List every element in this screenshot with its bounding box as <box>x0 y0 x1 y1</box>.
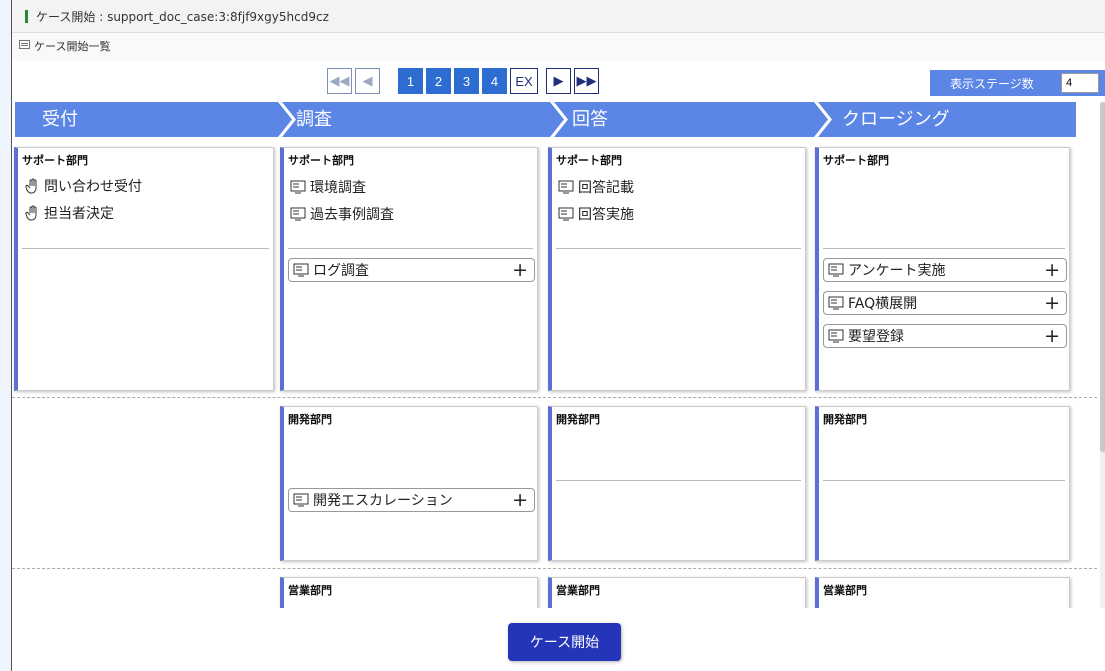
task-label: 回答実施 <box>578 207 634 223</box>
app-window: ケース開始 : support_doc_case:3:8fjf9xgy5hcd9… <box>11 0 1105 671</box>
card-divider <box>22 248 269 249</box>
task-item[interactable]: 過去事例調査 <box>290 204 394 224</box>
page-2-button[interactable]: 2 <box>426 68 451 94</box>
stage-headers: 受付 調査 回答 クロージング <box>15 102 1076 137</box>
sub-header <box>12 33 1105 61</box>
stage-kaitou: 回答 <box>572 109 608 130</box>
task-item[interactable]: 環境調査 <box>290 177 366 197</box>
plus-icon[interactable]: + <box>1044 293 1060 313</box>
monitor-icon <box>828 263 844 277</box>
monitor-icon <box>828 296 844 310</box>
hand-icon <box>25 205 37 221</box>
card-divider <box>823 480 1065 481</box>
page-subtitle[interactable]: ケース開始一覧 <box>34 38 110 54</box>
task-label: ログ調査 <box>313 263 369 279</box>
optional-task[interactable]: 開発エスカレーション + <box>288 488 535 512</box>
optional-task[interactable]: ログ調査 + <box>288 258 535 282</box>
task-item[interactable]: 担当者決定 <box>24 203 114 223</box>
monitor-icon <box>558 180 574 194</box>
card-dev-kaitou: 開発部門 <box>548 406 806 561</box>
task-label: 要望登録 <box>848 329 904 345</box>
hand-icon <box>25 178 37 194</box>
card-divider <box>556 248 801 249</box>
start-case-button[interactable]: ケース開始 <box>508 623 621 661</box>
card-sales-kaitou: 営業部門 <box>548 577 806 608</box>
plus-icon[interactable]: + <box>1044 326 1060 346</box>
card-title: 開発部門 <box>823 413 867 426</box>
task-label: 回答記載 <box>578 180 634 196</box>
task-label: 担当者決定 <box>44 206 114 222</box>
card-sales-closing: 営業部門 <box>815 577 1070 608</box>
task-item[interactable]: 回答記載 <box>558 177 634 197</box>
optional-task[interactable]: 要望登録 + <box>823 324 1067 348</box>
stage-count-input[interactable] <box>1061 73 1099 93</box>
monitor-icon <box>293 493 309 507</box>
stage-count-control: 表示ステージ数 <box>930 70 1105 96</box>
task-label: 環境調査 <box>310 180 366 196</box>
card-support-kaitou: サポート部門 回答記載 回答実施 <box>548 147 806 391</box>
title-bar: ケース開始 : support_doc_case:3:8fjf9xgy5hcd9… <box>12 0 1105 33</box>
ex-button[interactable]: EX <box>510 68 538 94</box>
card-divider <box>288 248 533 249</box>
card-support-closing: サポート部門 アンケート実施 + FAQ横展開 + 要望登録 + <box>815 147 1070 391</box>
card-title: サポート部門 <box>22 154 88 167</box>
task-label: 問い合わせ受付 <box>44 179 142 195</box>
status-indicator <box>25 10 28 23</box>
card-title: 営業部門 <box>288 584 332 597</box>
card-sales-chousa: 営業部門 <box>280 577 538 608</box>
stage-closing: クロージング <box>842 109 950 130</box>
row-separator <box>12 568 1097 569</box>
monitor-icon <box>293 263 309 277</box>
card-dev-closing: 開発部門 <box>815 406 1070 561</box>
scroll-thumb[interactable] <box>1100 102 1105 452</box>
card-support-uketsuke: サポート部門 問い合わせ受付 担当者決定 <box>14 147 274 391</box>
card-support-chousa: サポート部門 環境調査 過去事例調査 ログ調査 + <box>280 147 538 391</box>
monitor-icon <box>828 329 844 343</box>
plus-icon[interactable]: + <box>512 260 528 280</box>
task-label: 過去事例調査 <box>310 207 394 223</box>
list-icon <box>19 40 30 49</box>
task-label: 開発エスカレーション <box>313 493 453 509</box>
vertical-scrollbar[interactable] <box>1100 102 1105 608</box>
card-title: サポート部門 <box>556 154 622 167</box>
stage-uketsuke: 受付 <box>42 109 78 130</box>
stage-grid: サポート部門 問い合わせ受付 担当者決定 サポート部門 環境調査 過去事例調査 <box>12 140 1105 608</box>
card-title: サポート部門 <box>288 154 354 167</box>
card-title: 開発部門 <box>288 413 332 426</box>
next-page-button[interactable]: ▶ <box>546 68 571 94</box>
first-page-button[interactable]: ◀◀ <box>327 68 352 94</box>
card-title: サポート部門 <box>823 154 889 167</box>
monitor-icon <box>290 180 306 194</box>
stage-count-label: 表示ステージ数 <box>950 77 1034 91</box>
stage-chousa: 調査 <box>296 109 332 130</box>
prev-page-button[interactable]: ◀ <box>355 68 380 94</box>
page-1-button[interactable]: 1 <box>398 68 423 94</box>
card-dev-chousa: 開発部門 開発エスカレーション + <box>280 406 538 561</box>
monitor-icon <box>558 207 574 221</box>
page-4-button[interactable]: 4 <box>482 68 507 94</box>
card-title: 開発部門 <box>556 413 600 426</box>
task-item[interactable]: 問い合わせ受付 <box>24 176 142 196</box>
page-3-button[interactable]: 3 <box>454 68 479 94</box>
task-item[interactable]: 回答実施 <box>558 204 634 224</box>
plus-icon[interactable]: + <box>1044 260 1060 280</box>
card-title: 営業部門 <box>556 584 600 597</box>
card-title: 営業部門 <box>823 584 867 597</box>
optional-task[interactable]: FAQ横展開 + <box>823 291 1067 315</box>
plus-icon[interactable]: + <box>512 490 528 510</box>
row-separator <box>12 397 1097 398</box>
optional-task[interactable]: アンケート実施 + <box>823 258 1067 282</box>
card-divider <box>556 480 801 481</box>
task-label: FAQ横展開 <box>848 296 918 312</box>
card-divider <box>823 248 1065 249</box>
last-page-button[interactable]: ▶▶ <box>574 68 599 94</box>
monitor-icon <box>290 207 306 221</box>
task-label: アンケート実施 <box>848 263 946 279</box>
window-title: ケース開始 : support_doc_case:3:8fjf9xgy5hcd9… <box>36 10 329 24</box>
